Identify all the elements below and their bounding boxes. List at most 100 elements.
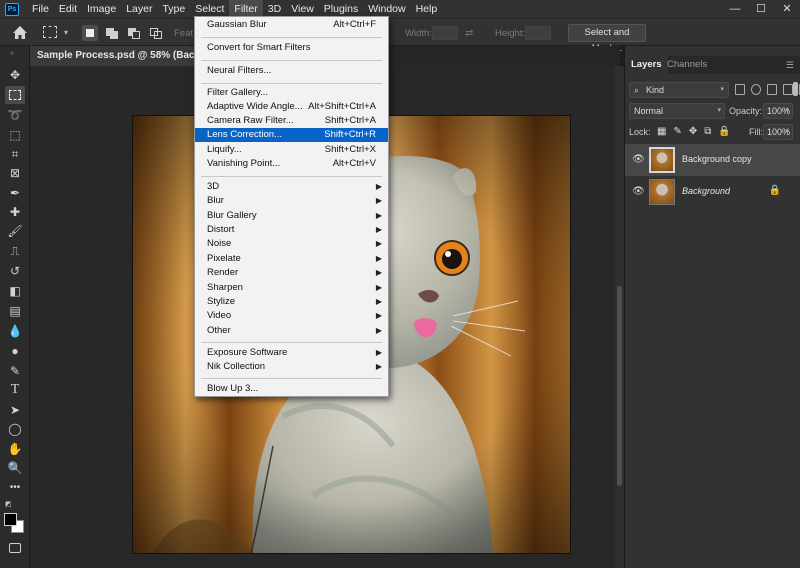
home-icon[interactable] xyxy=(12,25,28,40)
blur-tool-icon[interactable]: 💧 xyxy=(5,322,25,340)
more-tools-icon[interactable]: ••• xyxy=(5,478,25,496)
panel-collapse-icon[interactable]: » xyxy=(10,50,14,57)
menu-item-convert-smart-filters[interactable]: Convert for Smart Filters xyxy=(195,41,388,55)
menu-item-neural-filters[interactable]: Neural Filters... xyxy=(195,64,388,78)
layer-kind-filter[interactable]: ⌕ Kind ▾ xyxy=(629,82,729,98)
crop-tool-icon[interactable]: ⌗ xyxy=(5,145,25,163)
lock-transparent-icon[interactable]: ▦ xyxy=(657,126,666,137)
select-and-mask-button[interactable]: Select and Mask... xyxy=(568,24,646,54)
add-selection-icon[interactable] xyxy=(104,25,120,41)
visibility-eye-icon[interactable]: 👁 xyxy=(632,154,645,165)
height-field[interactable] xyxy=(525,26,551,40)
move-tool-icon[interactable]: ✥ xyxy=(5,66,25,84)
chevron-down-icon[interactable]: ▾ xyxy=(64,28,68,37)
history-brush-tool-icon[interactable]: ↺ xyxy=(5,262,25,280)
lasso-tool-icon[interactable]: ➰ xyxy=(5,106,25,124)
menu-item-other[interactable]: Other ▶ xyxy=(195,324,388,338)
blend-mode-select[interactable]: Normal ▾ xyxy=(629,103,725,119)
menu-item-filter-gallery[interactable]: Filter Gallery... xyxy=(195,86,388,100)
layer-thumbnail xyxy=(649,179,675,205)
shape-filter-icon[interactable] xyxy=(783,84,793,95)
layer-row[interactable]: 👁 Background copy xyxy=(625,144,800,176)
type-tool-icon[interactable]: T xyxy=(5,381,25,399)
menu-item-stylize[interactable]: Stylize ▶ xyxy=(195,295,388,309)
default-colors-icon[interactable]: ◩ xyxy=(5,500,12,508)
menu-item-render[interactable]: Render ▶ xyxy=(195,266,388,280)
menu-type[interactable]: Type xyxy=(157,0,190,18)
healing-brush-tool-icon[interactable]: ✚ xyxy=(5,203,25,221)
eyedropper-tool-icon[interactable]: ✒ xyxy=(5,184,25,202)
clone-stamp-tool-icon[interactable]: ⎍ xyxy=(5,242,25,260)
brush-tool-icon[interactable]: 🖌 xyxy=(5,222,25,240)
menu-item-blur-gallery[interactable]: Blur Gallery ▶ xyxy=(195,209,388,223)
lock-all-icon[interactable]: 🔒 xyxy=(718,126,730,137)
object-selection-tool-icon[interactable]: ⬚ xyxy=(5,126,25,144)
adjustment-filter-icon[interactable] xyxy=(751,84,761,95)
menu-item-video[interactable]: Video ▶ xyxy=(195,309,388,323)
new-selection-icon[interactable] xyxy=(82,25,98,41)
submenu-arrow-icon: ▶ xyxy=(375,362,382,371)
chevron-down-icon: ▾ xyxy=(717,107,721,114)
maximize-button[interactable]: ☐ xyxy=(748,0,774,18)
menu-separator xyxy=(201,83,382,84)
menu-item-blow-up-3[interactable]: Blow Up 3... xyxy=(195,382,388,396)
hand-tool-icon[interactable]: ✋ xyxy=(5,440,25,458)
document-tab[interactable]: Sample Process.psd @ 58% (Background cop… xyxy=(30,46,198,66)
eraser-tool-icon[interactable]: ◧ xyxy=(5,282,25,300)
menu-item-adaptive-wide-angle[interactable]: Adaptive Wide Angle... Alt+Shift+Ctrl+A xyxy=(195,100,388,114)
type-filter-icon[interactable] xyxy=(767,84,777,95)
menu-separator xyxy=(201,342,382,343)
width-field[interactable] xyxy=(432,26,458,40)
filter-toggle[interactable] xyxy=(793,82,798,96)
lock-image-icon[interactable]: ✎ xyxy=(673,126,681,137)
minimize-button[interactable]: — xyxy=(722,0,748,18)
menu-item-gaussian-blur[interactable]: Gaussian Blur Alt+Ctrl+F xyxy=(195,18,388,32)
menu-image[interactable]: Image xyxy=(82,0,121,18)
scrollbar-thumb[interactable] xyxy=(617,286,622,486)
menu-item-3d[interactable]: 3D ▶ xyxy=(195,180,388,194)
visibility-eye-icon[interactable]: 👁 xyxy=(632,186,645,197)
foreground-color-swatch[interactable] xyxy=(4,513,17,526)
close-button[interactable]: ✕ xyxy=(774,0,800,18)
blend-row: Normal ▾ Opacity: 100% ▾ xyxy=(629,103,797,119)
menu-edit[interactable]: Edit xyxy=(54,0,82,18)
lock-position-icon[interactable]: ✥ xyxy=(689,126,697,137)
marquee-preset-icon[interactable] xyxy=(43,26,57,38)
ellipse-tool-icon[interactable]: ◯ xyxy=(5,420,25,438)
opacity-label: Opacity: xyxy=(729,106,763,116)
tab-channels[interactable]: Channels xyxy=(661,56,713,74)
swap-icon[interactable]: ⇄ xyxy=(465,28,473,39)
menu-file[interactable]: File xyxy=(27,0,54,18)
menu-item-lens-correction[interactable]: Lens Correction... Shift+Ctrl+R xyxy=(195,128,388,142)
gradient-tool-icon[interactable]: ▤ xyxy=(5,302,25,320)
menu-layer[interactable]: Layer xyxy=(121,0,157,18)
pixel-filter-icon[interactable] xyxy=(735,84,745,95)
rectangular-marquee-tool-icon[interactable] xyxy=(5,86,25,104)
frame-tool-icon[interactable]: ⊠ xyxy=(5,164,25,182)
layer-row[interactable]: 👁 Background 🔒 xyxy=(625,176,800,208)
menu-item-blur[interactable]: Blur ▶ xyxy=(195,194,388,208)
subtract-selection-icon[interactable] xyxy=(126,25,142,41)
pen-tool-icon[interactable]: ✎ xyxy=(5,362,25,380)
menu-item-pixelate[interactable]: Pixelate ▶ xyxy=(195,252,388,266)
menu-help[interactable]: Help xyxy=(411,0,443,18)
menu-item-noise[interactable]: Noise ▶ xyxy=(195,237,388,251)
menu-item-camera-raw-filter[interactable]: Camera Raw Filter... Shift+Ctrl+A xyxy=(195,114,388,128)
menu-item-nik-collection[interactable]: Nik Collection ▶ xyxy=(195,360,388,374)
vertical-scrollbar[interactable] xyxy=(615,66,624,568)
zoom-tool-icon[interactable]: 🔍 xyxy=(5,459,25,477)
fill-field[interactable]: 100% ▾ xyxy=(763,124,793,140)
menu-item-distort[interactable]: Distort ▶ xyxy=(195,223,388,237)
opacity-field[interactable]: 100% ▾ xyxy=(763,103,793,119)
path-selection-tool-icon[interactable]: ➤ xyxy=(5,401,25,419)
menu-item-sharpen[interactable]: Sharpen ▶ xyxy=(195,281,388,295)
dodge-tool-icon[interactable]: ● xyxy=(5,342,25,360)
menu-item-vanishing-point[interactable]: Vanishing Point... Alt+Ctrl+V xyxy=(195,157,388,171)
submenu-arrow-icon: ▶ xyxy=(375,254,382,263)
panel-menu-icon[interactable]: ☰ xyxy=(786,60,794,71)
menu-item-liquify[interactable]: Liquify... Shift+Ctrl+X xyxy=(195,143,388,157)
lock-artboard-icon[interactable]: ⧉ xyxy=(704,126,711,137)
intersect-selection-icon[interactable] xyxy=(148,25,164,41)
quick-mask-icon[interactable] xyxy=(9,543,21,553)
menu-item-exposure-software[interactable]: Exposure Software ▶ xyxy=(195,346,388,360)
